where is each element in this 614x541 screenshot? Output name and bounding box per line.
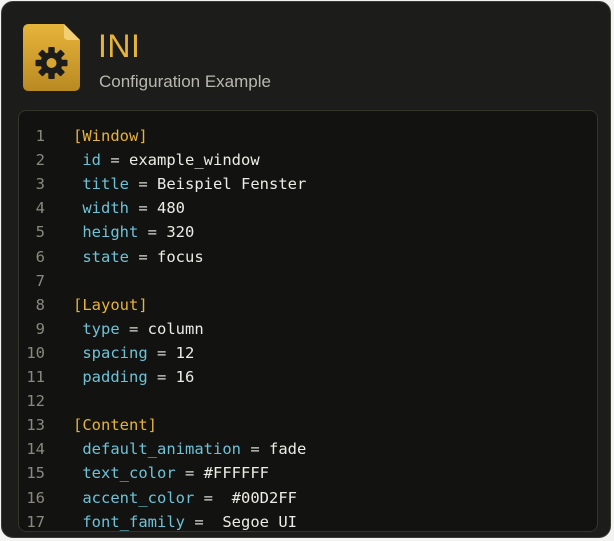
code-line: 9 type = column bbox=[19, 317, 597, 341]
config-value: 480 bbox=[157, 199, 186, 218]
code-content: accent_color = #00D2FF bbox=[73, 486, 297, 510]
config-value: #FFFFFF bbox=[203, 464, 269, 483]
line-number: 6 bbox=[35, 247, 45, 266]
config-key: font_family bbox=[82, 512, 185, 531]
equals-operator: = bbox=[138, 223, 167, 242]
line-number: 13 bbox=[26, 416, 45, 435]
line-number: 5 bbox=[35, 223, 45, 242]
config-key: accent_color bbox=[82, 488, 195, 507]
line-number: 11 bbox=[26, 368, 45, 386]
equals-operator: = bbox=[129, 199, 158, 218]
code-line: 5 height = 320 bbox=[19, 220, 597, 244]
code-content: spacing = 12 bbox=[73, 341, 194, 365]
code-content: font_family = Segoe UI bbox=[73, 510, 297, 531]
equals-operator: = bbox=[101, 151, 130, 170]
ini-card: INI Configuration Example 1 [Window] 2 id … bbox=[1, 1, 611, 538]
code-content: [Window] bbox=[73, 124, 148, 148]
line-number: 15 bbox=[26, 464, 45, 483]
code-content: state = focus bbox=[73, 245, 204, 269]
config-value: 12 bbox=[175, 343, 195, 362]
line-number: 3 bbox=[35, 175, 45, 194]
code-block[interactable]: 1 [Window] 2 id = example_window 3 title = … bbox=[18, 110, 598, 532]
line-number: 14 bbox=[26, 440, 45, 459]
code-content: width = 480 bbox=[73, 196, 185, 220]
config-key: width bbox=[82, 199, 130, 218]
equals-operator: = bbox=[129, 175, 158, 194]
code-line: 15 text_color = #FFFFFF bbox=[19, 461, 597, 485]
config-key: height bbox=[82, 223, 139, 242]
config-value: 320 bbox=[166, 223, 195, 242]
line-number: 2 bbox=[35, 151, 45, 170]
config-key: default_animation bbox=[82, 440, 241, 459]
config-value: #00D2FF bbox=[231, 488, 297, 507]
config-key: state bbox=[82, 247, 130, 266]
code-line: 7 bbox=[19, 269, 597, 293]
code-line: 6 state = focus bbox=[19, 245, 597, 269]
code-content: title = Beispiel Fenster bbox=[73, 172, 306, 196]
line-number: 7 bbox=[35, 271, 45, 290]
code-content: padding = 16 bbox=[73, 365, 194, 389]
config-key: spacing bbox=[82, 343, 148, 362]
config-key: title bbox=[82, 175, 130, 194]
code-line: 4 width = 480 bbox=[19, 196, 597, 220]
config-key: padding bbox=[82, 368, 148, 386]
config-value: 16 bbox=[175, 368, 195, 386]
config-value: fade bbox=[268, 440, 307, 459]
equals-operator: = bbox=[147, 368, 176, 386]
equals-operator: = bbox=[119, 319, 148, 338]
config-key: type bbox=[82, 319, 120, 338]
page-subtitle: Configuration Example bbox=[99, 72, 271, 91]
code-content: height = 320 bbox=[73, 220, 194, 244]
section-header: [Layout] bbox=[73, 295, 148, 314]
config-value: column bbox=[147, 319, 204, 338]
code-content: text_color = #FFFFFF bbox=[73, 461, 269, 485]
config-value: example_window bbox=[129, 151, 260, 170]
config-key: id bbox=[82, 151, 102, 170]
line-number: 16 bbox=[26, 488, 45, 507]
config-value: Beispiel Fenster bbox=[157, 175, 307, 194]
code-content: id = example_window bbox=[73, 148, 260, 172]
section-header: [Window] bbox=[73, 127, 148, 145]
code-line: 3 title = Beispiel Fenster bbox=[19, 172, 597, 196]
code-line: 13 [Content] bbox=[19, 413, 597, 437]
equals-operator: = bbox=[175, 464, 204, 483]
code-content: default_animation = fade bbox=[73, 437, 306, 461]
code-line: 17 font_family = Segoe UI bbox=[19, 510, 597, 531]
line-number: 10 bbox=[26, 343, 45, 362]
section-header: [Content] bbox=[73, 416, 157, 435]
code-line: 14 default_animation = fade bbox=[19, 437, 597, 461]
equals-operator: = bbox=[129, 247, 158, 266]
code-line: 12 bbox=[19, 389, 597, 413]
code-content: [Layout] bbox=[73, 293, 148, 317]
code-line: 1 [Window] bbox=[19, 124, 597, 148]
line-number: 12 bbox=[26, 392, 45, 411]
equals-operator: = bbox=[194, 488, 232, 507]
code-content: [Content] bbox=[73, 413, 157, 437]
line-number: 17 bbox=[26, 512, 45, 531]
code-content: type = column bbox=[73, 317, 204, 341]
card-header: INI Configuration Example bbox=[2, 2, 610, 110]
equals-operator: = bbox=[240, 440, 269, 459]
code-line: 11 padding = 16 bbox=[19, 365, 597, 389]
equals-operator: = bbox=[185, 512, 223, 531]
config-value: Segoe UI bbox=[222, 512, 297, 531]
page-title: INI bbox=[98, 28, 141, 64]
equals-operator: = bbox=[147, 343, 176, 362]
line-number: 1 bbox=[35, 127, 45, 145]
config-value: focus bbox=[157, 247, 204, 266]
code-line: 10 spacing = 12 bbox=[19, 341, 597, 365]
config-key: text_color bbox=[82, 464, 176, 483]
code-line: 8 [Layout] bbox=[19, 293, 597, 317]
line-number: 9 bbox=[35, 319, 45, 338]
code-line: 2 id = example_window bbox=[19, 148, 597, 172]
gear-file-icon bbox=[23, 24, 80, 91]
line-number: 8 bbox=[35, 295, 45, 314]
line-number: 4 bbox=[35, 199, 45, 218]
code-line: 16 accent_color = #00D2FF bbox=[19, 486, 597, 510]
